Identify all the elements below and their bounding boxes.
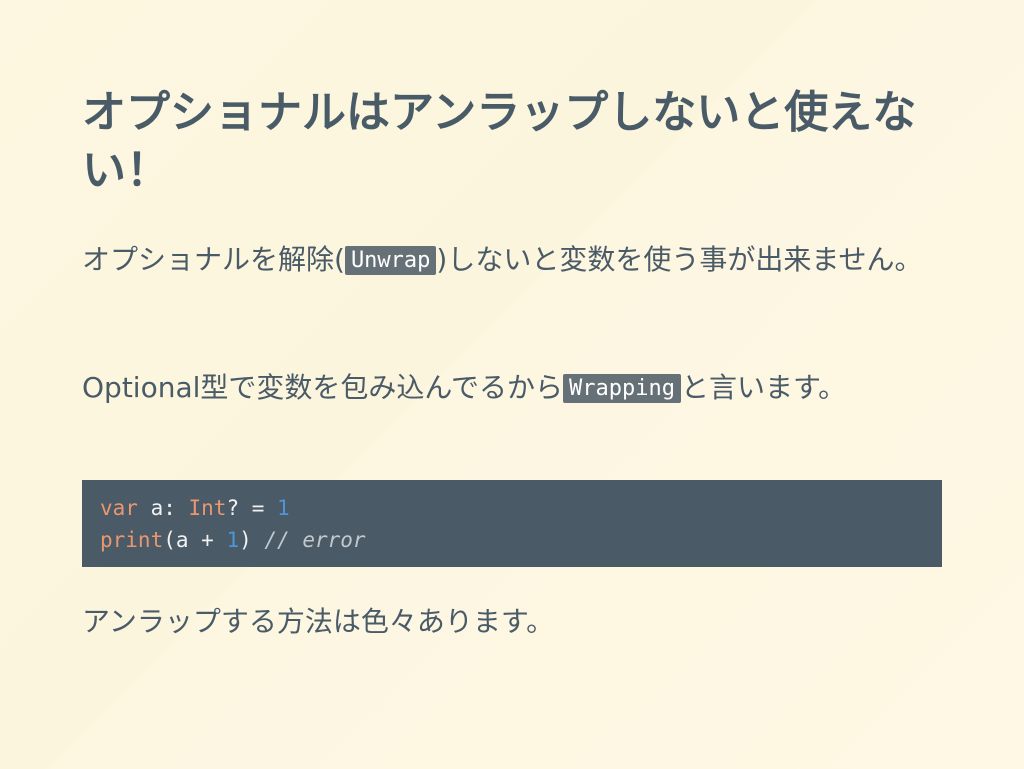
- slide: オプショナルはアンラップしないと使えない！ オプショナルを解除(Unwrap)し…: [82, 84, 942, 638]
- code-number: 1: [277, 496, 290, 520]
- code-block: var a: Int? = 1 print(a + 1) // error: [82, 480, 942, 567]
- inline-code-wrapping: Wrapping: [563, 374, 681, 403]
- paragraph-unwrap-before: オプショナルを解除(: [82, 243, 345, 276]
- inline-code-unwrap: Unwrap: [344, 246, 437, 275]
- code-line-1: var a: Int? = 1: [100, 492, 924, 524]
- paragraph-unwrap: オプショナルを解除(Unwrap)しないと変数を使う事が出来ません。: [82, 236, 942, 285]
- code-function: print: [100, 528, 164, 552]
- code-text: a:: [137, 496, 189, 520]
- paragraph-wrapping: Optional型で変数を包み込んでるから Wrapping と言います。: [82, 364, 942, 413]
- code-number: 1: [226, 528, 240, 552]
- code-comment: // error: [264, 528, 366, 552]
- slide-title: オプショナルはアンラップしないと使えない！: [82, 87, 917, 196]
- code-text: ? =: [226, 496, 278, 520]
- code-line-2: print(a + 1) // error: [100, 524, 924, 556]
- code-text: ): [239, 528, 265, 552]
- code-text: (a +: [163, 528, 227, 552]
- paragraph-unwrap-after: )しないと変数を使う事が出来ません。: [436, 243, 923, 276]
- paragraph-wrapping-before: Optional型で変数を包み込んでるから: [82, 371, 563, 404]
- code-keyword: var: [100, 496, 138, 520]
- paragraph-methods: アンラップする方法は色々あります。: [82, 605, 555, 638]
- code-type: Int: [188, 496, 227, 520]
- paragraph-wrapping-after: と言います。: [680, 371, 847, 404]
